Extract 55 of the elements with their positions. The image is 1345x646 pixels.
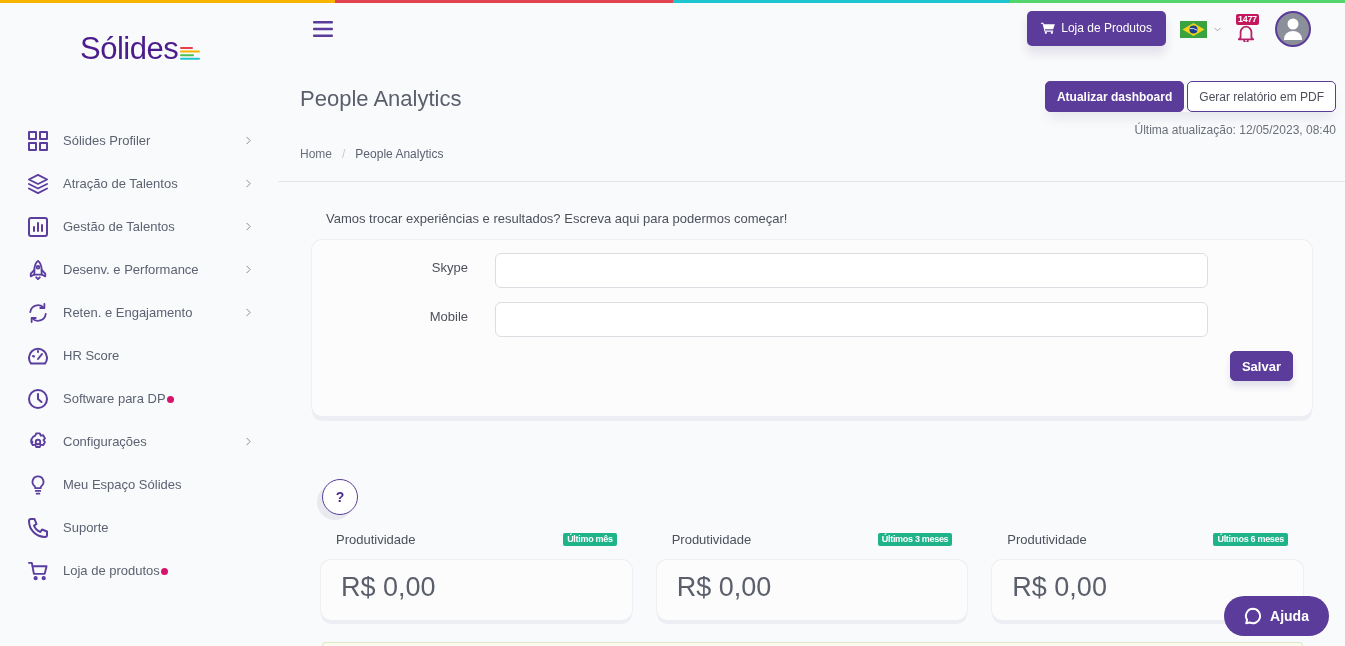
phone-icon	[28, 517, 48, 538]
last-update-text: Última atualização: 12/05/2023, 08:40	[1134, 123, 1336, 137]
notification-badge: 1477	[1236, 14, 1259, 25]
metric-value: R$ 0,00	[1012, 571, 1107, 603]
breadcrumb-link[interactable]: Home	[300, 146, 332, 162]
period-badge: Último mês	[563, 532, 617, 546]
refresh-icon	[28, 302, 48, 323]
metric-title: Produtividade	[336, 531, 416, 547]
rocket-icon	[28, 259, 48, 280]
field-label: Mobile	[428, 309, 468, 324]
metric-value: R$ 0,00	[676, 571, 772, 603]
breadcrumb-separator: /	[342, 146, 346, 162]
layers-icon	[28, 173, 48, 194]
sidebar-item[interactable]: Reten. e Engajamento	[0, 291, 278, 334]
clock-icon	[28, 388, 48, 409]
input-field[interactable]	[495, 253, 1208, 288]
metric-title: Produtividade	[671, 531, 752, 547]
menu-icon[interactable]	[313, 21, 333, 37]
bar-chart-icon	[28, 216, 48, 237]
period-badge: Últimos 6 meses	[1213, 532, 1288, 546]
sidebar-item[interactable]: HR Score	[0, 334, 278, 377]
sidebar-item[interactable]: Suporte	[0, 506, 278, 549]
input-field[interactable]	[495, 302, 1208, 337]
color-lines-icon	[180, 47, 201, 60]
sidebar-item[interactable]: Gestão de Talentos	[0, 205, 278, 248]
save-button[interactable]: Salvar	[1229, 351, 1293, 381]
page-title: People Analytics	[300, 85, 462, 113]
pdf-report-button[interactable]: Gerar relatório em PDF	[1187, 81, 1336, 112]
grid-icon	[28, 130, 48, 151]
bell-icon[interactable]	[1237, 24, 1255, 42]
sidebar-item[interactable]: Configurações	[0, 420, 278, 463]
sidebar-item[interactable]: Loja de produtos	[0, 549, 278, 592]
sidebar-item[interactable]: Sólides Profiler	[0, 119, 278, 162]
breadcrumb-current: People Analytics	[355, 146, 444, 162]
brand-logo[interactable]: Sólides	[80, 31, 179, 67]
gauge-icon	[28, 345, 48, 366]
caret-icon	[1214, 26, 1221, 32]
metric-title: Produtividade	[1007, 531, 1087, 547]
refresh-dashboard-button[interactable]: Atualizar dashboard	[1044, 81, 1185, 112]
sidebar-item[interactable]: Atração de Talentos	[0, 162, 278, 205]
flag-icon	[1180, 20, 1207, 38]
form-prompt: Vamos trocar experiências e resultados? Escreva aqui para podermos começar!	[325, 211, 789, 227]
cart-icon	[1041, 22, 1056, 34]
cart-icon	[28, 560, 48, 581]
sidebar-item[interactable]: Software para DP	[0, 377, 278, 420]
field-label: Skype	[430, 260, 468, 275]
language-selector[interactable]	[1180, 20, 1221, 38]
user-avatar[interactable]	[1275, 11, 1311, 47]
period-badge: Últimos 3 meses	[877, 532, 953, 546]
sidebar-item[interactable]: Meu Espaço Sólides	[0, 463, 278, 506]
sidebar-item[interactable]: Desenv. e Performance	[0, 248, 278, 291]
help-chat-button[interactable]: Ajuda	[1224, 596, 1329, 636]
store-button[interactable]: Loja de Produtos	[1027, 10, 1166, 46]
chat-bubble-icon	[1244, 607, 1263, 625]
metric-value: R$ 0,00	[341, 571, 436, 603]
